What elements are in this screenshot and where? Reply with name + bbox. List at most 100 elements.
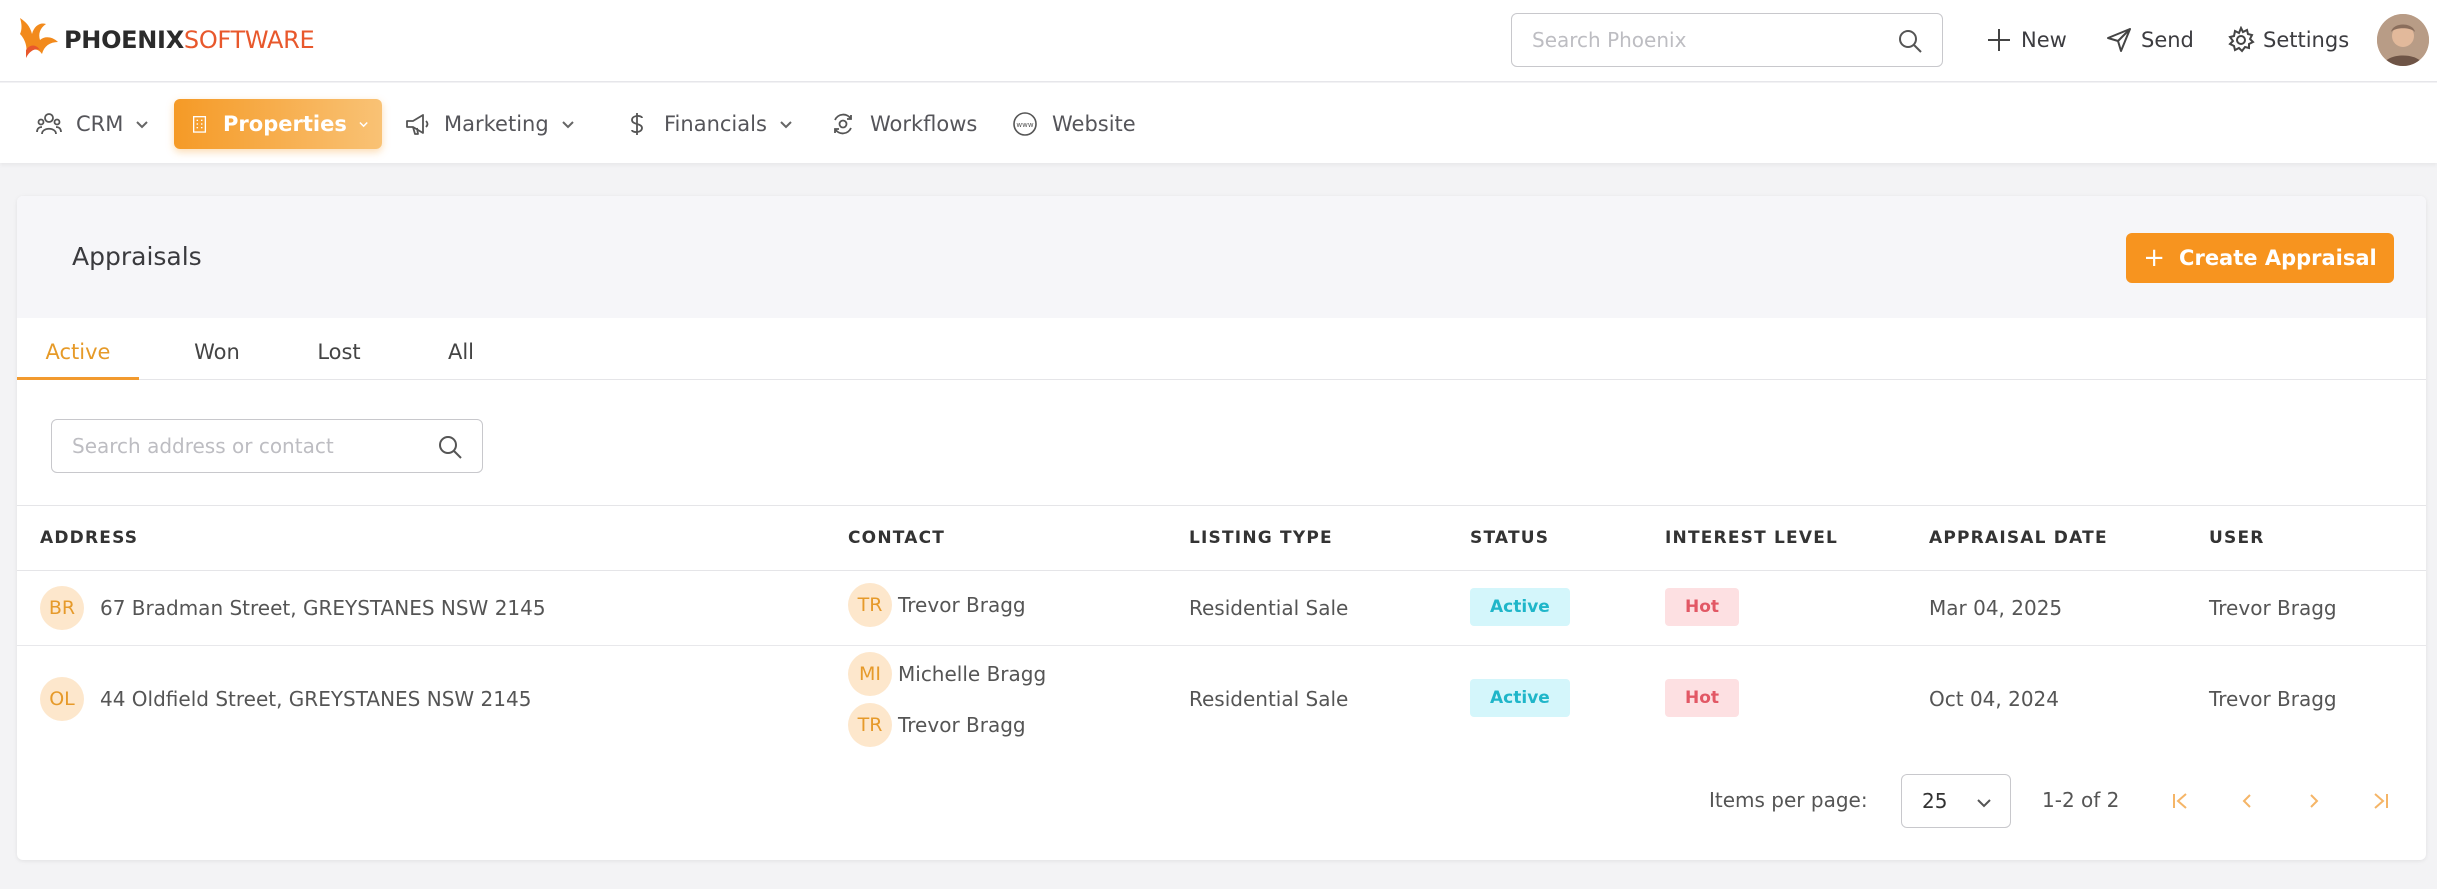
nav-item-website[interactable]: www Website: [1000, 99, 1148, 149]
chevron-down-icon: [780, 121, 792, 129]
send-icon: [2107, 28, 2131, 52]
last-page-icon[interactable]: [2366, 786, 2396, 816]
main-nav: CRM Properties Marketing Financials Work…: [0, 83, 2437, 163]
workflow-icon: [834, 113, 852, 135]
plus-icon: [1988, 29, 2010, 51]
table-search-input[interactable]: [72, 432, 412, 460]
interest-badge: Hot: [1665, 679, 1740, 717]
user-photo-icon: [2377, 14, 2429, 66]
previous-page-icon[interactable]: [2232, 786, 2262, 816]
search-icon[interactable]: [1896, 27, 1924, 55]
global-search-input[interactable]: [1532, 26, 1882, 54]
www-globe-icon: www: [1013, 112, 1037, 136]
address-initials-avatar: BR: [40, 586, 84, 630]
address-text[interactable]: 44 Oldfield Street, GREYSTANES NSW 2145: [100, 687, 531, 711]
nav-item-label: Properties: [223, 112, 347, 136]
nav-item-label: Website: [1052, 112, 1136, 136]
new-button-label: New: [2021, 28, 2067, 52]
address-cell: BR 67 Bradman Street, GREYSTANES NSW 214…: [40, 586, 546, 630]
search-icon[interactable]: [436, 433, 464, 461]
listing-type-cell: Residential Sale: [1189, 596, 1349, 620]
phoenix-flame-icon: [20, 18, 58, 58]
create-appraisal-button[interactable]: + Create Appraisal: [2126, 233, 2394, 283]
nav-item-workflows[interactable]: Workflows: [818, 99, 989, 149]
status-tabs: Active Won Lost All: [17, 318, 2426, 380]
tab-active[interactable]: Active: [17, 340, 139, 380]
nav-item-marketing[interactable]: Marketing: [392, 99, 589, 149]
tab-won[interactable]: Won: [165, 340, 269, 380]
nav-item-label: Marketing: [444, 112, 549, 136]
contact-cell[interactable]: TR Trevor Bragg: [848, 703, 1026, 747]
user-cell: Trevor Bragg: [2209, 596, 2337, 620]
send-button[interactable]: Send: [2105, 22, 2194, 58]
column-header-status[interactable]: STATUS: [1470, 528, 1549, 548]
top-header: PHOENIXSOFTWARE New Send Settings: [0, 0, 2437, 82]
status-cell: Active: [1470, 588, 1570, 626]
nav-item-crm[interactable]: CRM: [24, 99, 163, 149]
chevron-down-icon: [359, 122, 368, 128]
svg-text:www: www: [1016, 121, 1033, 129]
interest-badge: Hot: [1665, 588, 1740, 626]
contact-initials-avatar: MI: [848, 652, 892, 696]
people-icon: [36, 113, 62, 135]
settings-button[interactable]: Settings: [2227, 22, 2349, 58]
contact-initials-avatar: TR: [848, 703, 892, 747]
table-row[interactable]: BR 67 Bradman Street, GREYSTANES NSW 214…: [17, 571, 2426, 646]
nav-item-label: CRM: [76, 112, 124, 136]
plus-icon: +: [2143, 243, 2166, 273]
nav-item-properties[interactable]: Properties: [174, 99, 382, 149]
interest-cell: Hot: [1665, 679, 1740, 717]
page-size-select[interactable]: 25: [1901, 774, 2011, 828]
column-header-address[interactable]: ADDRESS: [40, 528, 138, 548]
tab-all[interactable]: All: [409, 340, 513, 380]
new-button[interactable]: New: [1985, 22, 2067, 58]
status-cell: Active: [1470, 679, 1570, 717]
contact-name[interactable]: Trevor Bragg: [898, 593, 1026, 617]
first-page-icon[interactable]: [2165, 786, 2195, 816]
next-page-icon[interactable]: [2299, 786, 2329, 816]
column-header-listing-type[interactable]: LISTING TYPE: [1189, 528, 1333, 548]
contact-name[interactable]: Trevor Bragg: [898, 713, 1026, 737]
send-button-label: Send: [2141, 28, 2194, 52]
brand-logo[interactable]: PHOENIXSOFTWARE: [16, 14, 315, 66]
chevron-down-icon: [1977, 799, 1991, 808]
chevron-down-icon: [136, 121, 149, 129]
address-initials-avatar: OL: [40, 677, 84, 721]
column-header-interest-level[interactable]: INTEREST LEVEL: [1665, 528, 1838, 548]
global-search[interactable]: [1511, 13, 1943, 67]
gear-icon: [2228, 26, 2255, 53]
megaphone-icon: [406, 114, 429, 135]
column-header-appraisal-date[interactable]: APPRAISAL DATE: [1929, 528, 2108, 548]
building-icon: [193, 116, 207, 133]
column-header-user[interactable]: USER: [2209, 528, 2265, 548]
page-range: 1-2 of 2: [2042, 788, 2120, 812]
brand-name-light: SOFTWARE: [183, 26, 315, 54]
chevron-down-icon: [561, 121, 574, 129]
nav-item-label: Workflows: [870, 112, 978, 136]
user-avatar[interactable]: [2377, 14, 2429, 66]
card-header: Appraisals + Create Appraisal: [17, 196, 2426, 318]
create-appraisal-label: Create Appraisal: [2179, 246, 2377, 270]
appraisal-date-cell: Oct 04, 2024: [1929, 687, 2059, 711]
status-badge: Active: [1470, 679, 1570, 717]
nav-item-label: Financials: [664, 112, 767, 136]
table-search[interactable]: [51, 419, 483, 473]
contact-cell[interactable]: TR Trevor Bragg: [848, 583, 1026, 627]
table-row[interactable]: OL 44 Oldfield Street, GREYSTANES NSW 21…: [17, 646, 2426, 756]
table-header: ADDRESS CONTACT LISTING TYPE STATUS INTE…: [17, 505, 2426, 571]
contact-cell[interactable]: MI Michelle Bragg: [848, 652, 1046, 696]
column-header-contact[interactable]: CONTACT: [848, 528, 945, 548]
page-size-value: 25: [1922, 789, 1948, 813]
nav-item-financials[interactable]: Financials: [612, 99, 807, 149]
tab-lost[interactable]: Lost: [287, 340, 391, 380]
address-cell: OL 44 Oldfield Street, GREYSTANES NSW 21…: [40, 677, 531, 721]
contact-name[interactable]: Michelle Bragg: [898, 662, 1046, 686]
address-text[interactable]: 67 Bradman Street, GREYSTANES NSW 2145: [100, 596, 546, 620]
interest-cell: Hot: [1665, 588, 1740, 626]
pagination: Items per page: 25 1-2 of 2: [17, 774, 2426, 830]
appraisals-card: Appraisals + Create Appraisal Active Won…: [17, 196, 2426, 860]
dollar-icon: [631, 113, 643, 135]
items-per-page-label: Items per page:: [1709, 788, 1868, 812]
page-title: Appraisals: [72, 242, 202, 271]
listing-type-cell: Residential Sale: [1189, 687, 1349, 711]
